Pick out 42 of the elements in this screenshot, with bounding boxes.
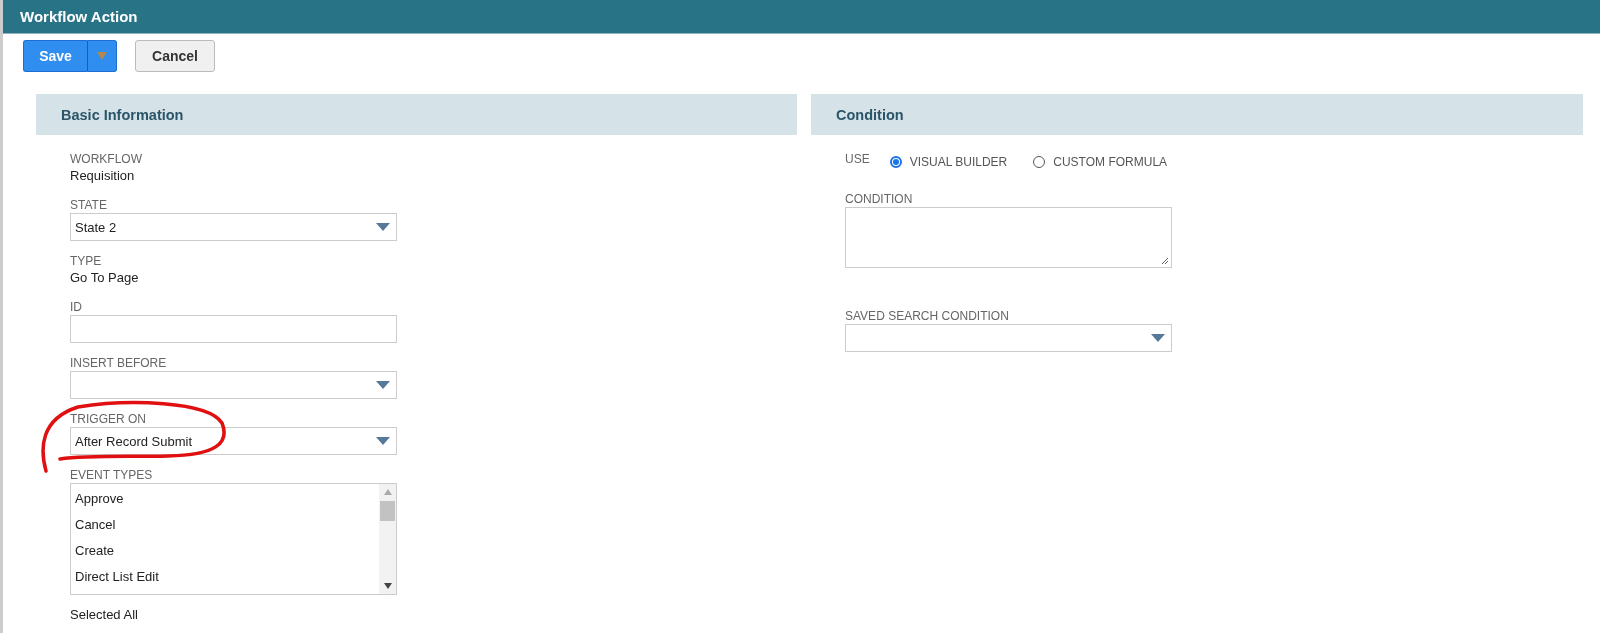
field-label: ID (70, 299, 82, 315)
cancel-button[interactable]: Cancel (135, 40, 215, 72)
dropdown-field[interactable] (70, 371, 397, 399)
field-value: Go To Page (70, 269, 139, 287)
caret-icon (97, 52, 107, 60)
section-header: Condition (811, 94, 1583, 135)
radio-option[interactable]: VISUAL BUILDER (889, 155, 1008, 169)
field-label: CONDITION (845, 191, 913, 207)
radio-button[interactable] (889, 156, 902, 168)
field-label: WORKFLOW (70, 151, 142, 167)
section-header: Basic Information (36, 94, 797, 135)
dropdown-caret-icon (376, 223, 390, 231)
window-title: Workflow Action (20, 8, 138, 25)
dropdown-field[interactable] (845, 324, 1172, 352)
field-value: Requisition (70, 167, 135, 185)
resize-grip-icon (1161, 257, 1169, 265)
list-option[interactable]: Approve (75, 487, 375, 513)
list-option[interactable]: Create (75, 539, 375, 565)
dropdown-field[interactable]: After Record Submit (70, 427, 397, 455)
list-option[interactable]: Cancel (75, 513, 375, 539)
dropdown-caret-icon (376, 437, 390, 445)
dropdown-field[interactable]: State 2 (70, 213, 397, 241)
field-label: TYPE (70, 253, 102, 269)
text-area-field[interactable] (845, 207, 1172, 268)
selected-all-text: Selected All (70, 607, 138, 622)
field-label: INSERT BEFORE (70, 355, 167, 371)
field-label: STATE (70, 197, 107, 213)
field-label: EVENT TYPES (70, 467, 153, 483)
save-menu-button[interactable] (87, 40, 117, 72)
scroll-down-icon (383, 583, 392, 589)
list-box[interactable]: Approve Cancel Create Direct List Edit (70, 483, 397, 595)
list-option[interactable]: Direct List Edit (75, 565, 375, 591)
field-label: SAVED SEARCH CONDITION (845, 308, 1009, 324)
dropdown-caret-icon (376, 381, 390, 389)
dropdown-caret-icon (1151, 334, 1165, 342)
field-label: USE (845, 151, 870, 167)
radio-option[interactable]: CUSTOM FORMULA (1033, 155, 1168, 169)
field-label: TRIGGER ON (70, 411, 146, 427)
scroll-thumb[interactable] (380, 501, 395, 521)
scroll-up-icon (383, 489, 392, 495)
input-field[interactable] (70, 315, 397, 343)
scrollbar[interactable] (379, 484, 396, 594)
